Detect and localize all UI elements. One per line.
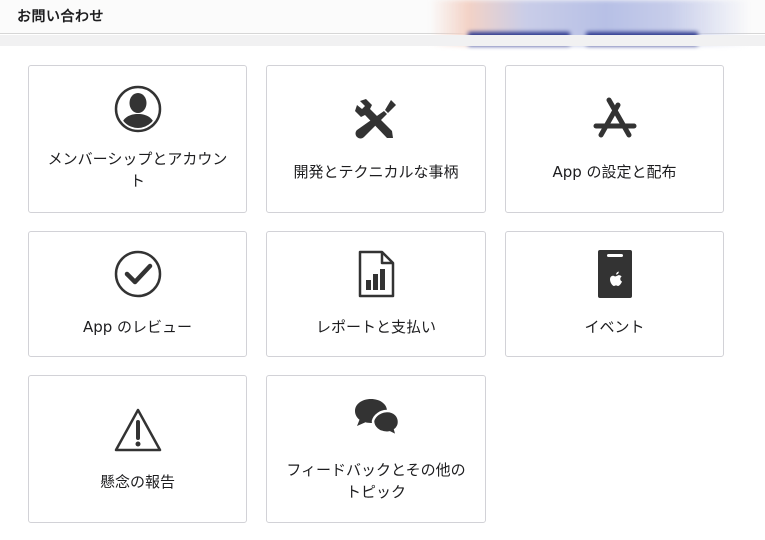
report-chart-icon bbox=[267, 249, 485, 299]
topic-card-reports-payments[interactable]: レポートと支払い bbox=[266, 231, 486, 357]
hero-strip bbox=[0, 35, 765, 46]
topic-label: App の設定と配布 bbox=[552, 163, 677, 181]
app-store-icon bbox=[506, 94, 723, 144]
topic-card-feedback[interactable]: フィードバックとその他のトピック bbox=[266, 375, 486, 523]
topic-card-membership[interactable]: メンバーシップとアカウント bbox=[28, 65, 247, 213]
topic-label: レポートと支払い bbox=[315, 318, 436, 336]
topic-label: メンバーシップとアカウント bbox=[47, 150, 228, 190]
topic-label: 懸念の報告 bbox=[99, 473, 175, 491]
page-header: お問い合わせ bbox=[0, 0, 765, 46]
warning-icon bbox=[29, 405, 246, 455]
topic-card-app-review[interactable]: App のレビュー bbox=[28, 231, 247, 357]
topic-card-report-concern[interactable]: 懸念の報告 bbox=[28, 375, 247, 523]
topic-card-events[interactable]: イベント bbox=[505, 231, 724, 357]
topic-label: 開発とテクニカルな事柄 bbox=[293, 163, 459, 181]
page-title: お問い合わせ bbox=[17, 9, 104, 25]
tools-icon bbox=[267, 94, 485, 144]
topic-label: フィードバックとその他のトピック bbox=[286, 461, 466, 501]
chat-bubbles-icon bbox=[267, 393, 485, 443]
checkmark-icon bbox=[29, 249, 246, 299]
topic-label: イベント bbox=[584, 318, 645, 336]
topic-card-development[interactable]: 開発とテクニカルな事柄 bbox=[266, 65, 486, 213]
topic-label: App のレビュー bbox=[82, 318, 193, 336]
member-avatar-icon bbox=[29, 84, 246, 134]
event-badge-icon bbox=[506, 249, 723, 299]
topic-card-app-distribution[interactable]: App の設定と配布 bbox=[505, 65, 724, 213]
